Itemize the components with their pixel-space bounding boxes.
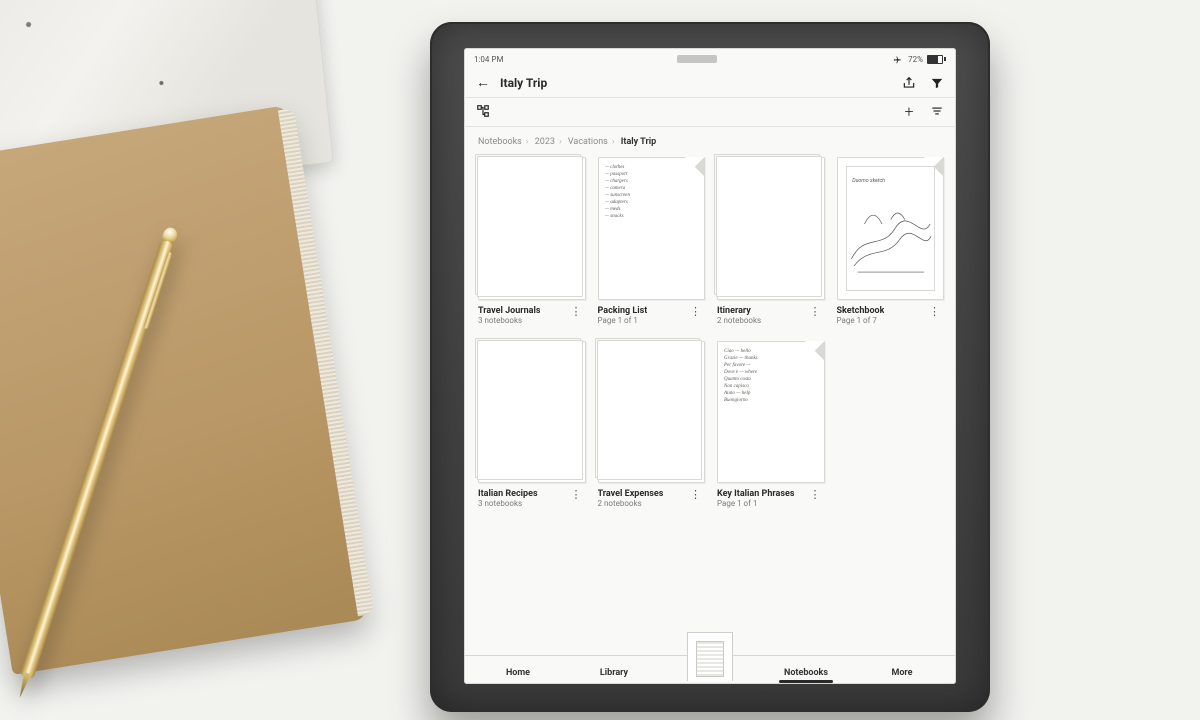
nav-more[interactable]: More bbox=[854, 656, 950, 680]
crumb-0[interactable]: Notebooks bbox=[478, 137, 522, 147]
notebook-thumb[interactable]: Duomo sketch bbox=[837, 157, 945, 300]
notebook-thumb[interactable]: Ciao — helloGrazie — thanksPer favore —D… bbox=[717, 341, 825, 484]
notebook-thumb[interactable] bbox=[598, 341, 706, 484]
notebook-thumb[interactable] bbox=[717, 157, 825, 300]
crumb-current: Italy Trip bbox=[621, 137, 656, 147]
notebook-name: Itinerary bbox=[717, 306, 761, 316]
notebook-card[interactable]: — clothes— passport— chargers— camera— s… bbox=[598, 157, 704, 325]
filter-icon[interactable] bbox=[930, 76, 944, 90]
amazon-logo bbox=[677, 55, 717, 63]
bottom-nav: Home Library Notebooks More bbox=[464, 655, 956, 684]
kebab-icon[interactable]: ⋮ bbox=[688, 489, 703, 500]
notebook-sub: 2 notebooks bbox=[717, 316, 761, 325]
notebook-thumb[interactable]: — clothes— passport— chargers— camera— s… bbox=[598, 157, 706, 300]
notebook-name: Packing List bbox=[598, 306, 648, 316]
notebook-card[interactable]: Italian Recipes3 notebooks ⋮ bbox=[478, 341, 584, 509]
nav-center-preview[interactable] bbox=[687, 632, 733, 681]
notebook-name: Travel Journals bbox=[478, 306, 540, 316]
add-button[interactable]: + bbox=[902, 104, 916, 118]
kindle-scribe-device: 1:04 PM 72% ← Italy Trip bbox=[430, 22, 990, 712]
notebook-sub: 2 notebooks bbox=[598, 499, 664, 508]
nav-home[interactable]: Home bbox=[470, 656, 566, 680]
airplane-icon bbox=[890, 52, 904, 66]
kebab-icon[interactable]: ⋮ bbox=[569, 489, 584, 500]
notebook-name: Sketchbook bbox=[837, 306, 885, 316]
notebook-sub: 3 notebooks bbox=[478, 316, 540, 325]
header-bar: ← Italy Trip bbox=[464, 68, 956, 98]
nav-notebooks[interactable]: Notebooks bbox=[758, 656, 854, 680]
notebook-card[interactable]: Duomo sketch SketchbookPage 1 of 7 ⋮ bbox=[837, 157, 943, 325]
notebook-card[interactable]: Itinerary2 notebooks ⋮ bbox=[717, 157, 823, 325]
crumb-2[interactable]: Vacations bbox=[568, 137, 608, 147]
share-icon[interactable] bbox=[902, 76, 916, 90]
notebook-card[interactable]: Travel Expenses2 notebooks ⋮ bbox=[598, 341, 704, 509]
status-bar: 1:04 PM 72% bbox=[464, 48, 956, 68]
toolbar: + bbox=[464, 98, 956, 127]
kebab-icon[interactable]: ⋮ bbox=[688, 306, 703, 317]
back-button[interactable]: ← bbox=[476, 74, 490, 91]
battery-percent: 72% bbox=[908, 55, 923, 64]
notebook-sub: Page 1 of 1 bbox=[717, 499, 794, 508]
tree-view-icon[interactable] bbox=[476, 104, 490, 118]
notebook-sub: 3 notebooks bbox=[478, 499, 538, 508]
page-title: Italy Trip bbox=[500, 76, 547, 90]
desk-scene: 1:04 PM 72% ← Italy Trip bbox=[0, 0, 1200, 720]
notebook-name: Travel Expenses bbox=[598, 489, 664, 499]
status-time: 1:04 PM bbox=[474, 55, 503, 64]
device-screen: 1:04 PM 72% ← Italy Trip bbox=[464, 48, 956, 684]
notebook-sub: Page 1 of 1 bbox=[598, 316, 648, 325]
notebook-grid: Travel Journals3 notebooks⋮— clothes— pa… bbox=[464, 153, 956, 655]
notebook-card[interactable]: Travel Journals3 notebooks ⋮ bbox=[478, 157, 584, 325]
crumb-1[interactable]: 2023 bbox=[535, 137, 555, 147]
breadcrumb: Notebooks› 2023› Vacations› Italy Trip bbox=[464, 127, 956, 153]
notebook-sub: Page 1 of 7 bbox=[837, 316, 885, 325]
kebab-icon[interactable]: ⋮ bbox=[927, 306, 942, 317]
notebook-thumb[interactable] bbox=[478, 157, 586, 300]
notebook-name: Key Italian Phrases bbox=[717, 489, 794, 499]
sort-icon[interactable] bbox=[930, 104, 944, 118]
nav-library[interactable]: Library bbox=[566, 656, 662, 680]
notebook-name: Italian Recipes bbox=[478, 489, 538, 499]
notebook-thumb[interactable] bbox=[478, 341, 586, 484]
kebab-icon[interactable]: ⋮ bbox=[808, 306, 823, 317]
kebab-icon[interactable]: ⋮ bbox=[808, 489, 823, 500]
kebab-icon[interactable]: ⋮ bbox=[569, 306, 584, 317]
notebook-card[interactable]: Ciao — helloGrazie — thanksPer favore —D… bbox=[717, 341, 823, 509]
svg-text:Duomo sketch: Duomo sketch bbox=[852, 178, 885, 184]
battery-icon bbox=[927, 55, 946, 64]
